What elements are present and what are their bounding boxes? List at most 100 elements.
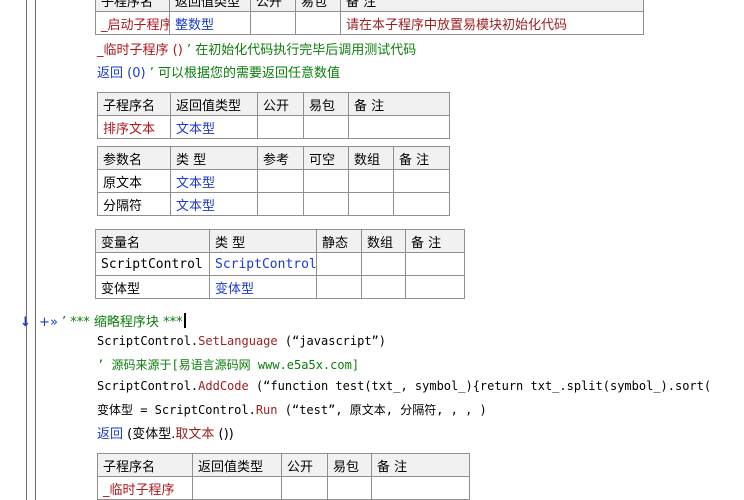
nullable-cell[interactable] [303, 192, 349, 216]
object-ref: ScriptControl. [97, 379, 199, 393]
remark-cell[interactable] [405, 275, 465, 299]
temp-subroutine-name: _临时子程序 [97, 43, 169, 58]
return-expr: (变体型. [123, 427, 176, 442]
paren-text: () [168, 43, 183, 58]
remark-cell[interactable] [371, 476, 470, 500]
method-name: 取文本 [175, 427, 215, 442]
public-cell[interactable] [250, 11, 296, 35]
code-line-temp-sub[interactable]: _临时子程序 () ’ 在初始化代码执行完毕后调用测试代码 [97, 39, 416, 58]
header-cell: 数组 [348, 146, 394, 170]
code-line-return[interactable]: 返回 (0) ’ 可以根据您的需要返回任意数值 [97, 62, 340, 81]
var-type-cell[interactable]: 变体型 [209, 275, 317, 299]
param-type-cell[interactable]: 文本型 [170, 192, 258, 216]
gutter-line-1 [26, 0, 27, 500]
table-row[interactable]: 分隔符 文本型 [97, 192, 450, 216]
method-name: SetLanguage [198, 334, 278, 348]
array-cell[interactable] [348, 192, 394, 216]
remark-cell[interactable] [393, 192, 450, 216]
subroutine-table-temp: 子程序名 返回值类型 公开 易包 备 注 _临时子程序 [97, 453, 470, 500]
header-cell: 返回值类型 [169, 0, 251, 12]
static-cell[interactable] [316, 252, 362, 276]
table-row[interactable]: 排序文本 文本型 [97, 115, 450, 139]
header-cell: 变量名 [95, 229, 210, 253]
var-type-cell[interactable]: ScriptControl [209, 252, 317, 276]
text-cursor [183, 313, 186, 328]
nullable-cell[interactable] [303, 169, 349, 193]
header-cell: 参数名 [97, 146, 171, 170]
package-cell[interactable] [327, 476, 372, 500]
method-args: (“javascript”) [277, 334, 387, 348]
header-cell: 参考 [257, 146, 304, 170]
ref-cell[interactable] [257, 169, 304, 193]
table-row[interactable]: ScriptControl ScriptControl [95, 252, 465, 276]
public-cell[interactable] [281, 476, 328, 500]
header-cell: 备 注 [371, 453, 470, 477]
header-cell: 备 注 [405, 229, 465, 253]
param-name-cell[interactable]: 分隔符 [97, 192, 171, 216]
subroutine-table-sort: 子程序名 返回值类型 公开 易包 备 注 排序文本 文本型 [97, 92, 450, 139]
subroutine-name-cell[interactable]: _临时子程序 [97, 476, 193, 500]
remark-cell[interactable] [405, 252, 465, 276]
header-cell: 备 注 [393, 146, 450, 170]
header-cell: 公开 [281, 453, 328, 477]
table-header-row: 参数名 类 型 参考 可空 数组 备 注 [97, 146, 450, 170]
code-line-comment[interactable]: ’ 源码来源于[易语言源码网 www.e5a5x.com] [97, 356, 359, 373]
expand-toggle-icon[interactable]: +» [39, 315, 58, 330]
code-line-return-text[interactable]: 返回 (变体型.取文本 ()) [97, 423, 234, 442]
public-cell[interactable] [257, 115, 304, 139]
current-line-arrow-icon: ↓ [20, 315, 31, 330]
return-type-cell[interactable] [192, 476, 282, 500]
remark-cell[interactable] [393, 169, 450, 193]
collapsed-block-label: ’ *** 缩略程序块 *** [57, 315, 183, 330]
subroutine-name-cell[interactable]: 排序文本 [97, 115, 171, 139]
static-cell[interactable] [316, 275, 362, 299]
header-cell: 易包 [327, 453, 372, 477]
return-expr-end: ()) [214, 427, 234, 442]
table-row[interactable]: 原文本 文本型 [97, 169, 450, 193]
header-cell: 返回值类型 [170, 92, 258, 116]
array-cell[interactable] [361, 252, 406, 276]
header-cell: 可空 [303, 146, 349, 170]
return-type-cell[interactable]: 文本型 [170, 115, 258, 139]
array-cell[interactable] [348, 169, 394, 193]
param-name-cell[interactable]: 原文本 [97, 169, 171, 193]
return-type-cell[interactable]: 整数型 [169, 11, 251, 35]
var-name-cell[interactable]: 变体型 [95, 275, 210, 299]
remark-cell[interactable] [348, 115, 450, 139]
header-cell: 易包 [295, 0, 341, 12]
header-cell: 返回值类型 [192, 453, 282, 477]
table-header-row: 子程序名 返回值类型 公开 易包 备 注 [97, 453, 470, 477]
table-header-row: 子程序名 返回值类型 公开 易包 备 注 [97, 92, 450, 116]
code-line-setlanguage[interactable]: ScriptControl.SetLanguage (“javascript”) [97, 334, 386, 348]
header-cell: 公开 [257, 92, 304, 116]
return-keyword: 返回 [97, 427, 124, 442]
table-row[interactable]: _临时子程序 [97, 476, 470, 500]
header-cell: 类 型 [170, 146, 258, 170]
header-cell: 子程序名 [97, 453, 193, 477]
gutter-line-2 [35, 0, 36, 500]
table-row[interactable]: _启动子程序 整数型 请在本子程序中放置易模块初始化代码 [95, 11, 644, 35]
collapsed-block-line[interactable]: ↓ +» ’ *** 缩略程序块 *** [20, 311, 186, 330]
method-args: (“function test(txt_, symbol_){return tx… [248, 379, 712, 393]
code-line-run[interactable]: 变体型 = ScriptControl.Run (“test”, 原文本, 分隔… [97, 401, 487, 418]
array-cell[interactable] [361, 275, 406, 299]
var-name-cell[interactable]: ScriptControl [95, 252, 210, 276]
header-cell: 备 注 [340, 0, 644, 12]
method-name: AddCode [198, 379, 249, 393]
return-keyword: 返回 (0) [97, 66, 146, 81]
code-line-addcode[interactable]: ScriptControl.AddCode (“function test(tx… [97, 379, 711, 393]
table-header-row: 子程序名 返回值类型 公开 易包 备 注 [95, 0, 644, 12]
method-name: Run [255, 403, 278, 417]
param-type-cell[interactable]: 文本型 [170, 169, 258, 193]
header-cell: 子程序名 [97, 92, 171, 116]
header-cell: 类 型 [209, 229, 317, 253]
code-comment: ’ 在初始化代码执行完毕后调用测试代码 [182, 43, 417, 58]
subroutine-name-cell[interactable]: _启动子程序 [95, 11, 170, 35]
assignment-lhs: 变体型 = ScriptControl. [97, 403, 256, 417]
remark-cell[interactable]: 请在本子程序中放置易模块初始化代码 [340, 11, 644, 35]
package-cell[interactable] [295, 11, 341, 35]
ref-cell[interactable] [257, 192, 304, 216]
table-row[interactable]: 变体型 变体型 [95, 275, 465, 299]
parameter-table: 参数名 类 型 参考 可空 数组 备 注 原文本 文本型 分隔符 文本型 [97, 146, 450, 216]
package-cell[interactable] [303, 115, 349, 139]
